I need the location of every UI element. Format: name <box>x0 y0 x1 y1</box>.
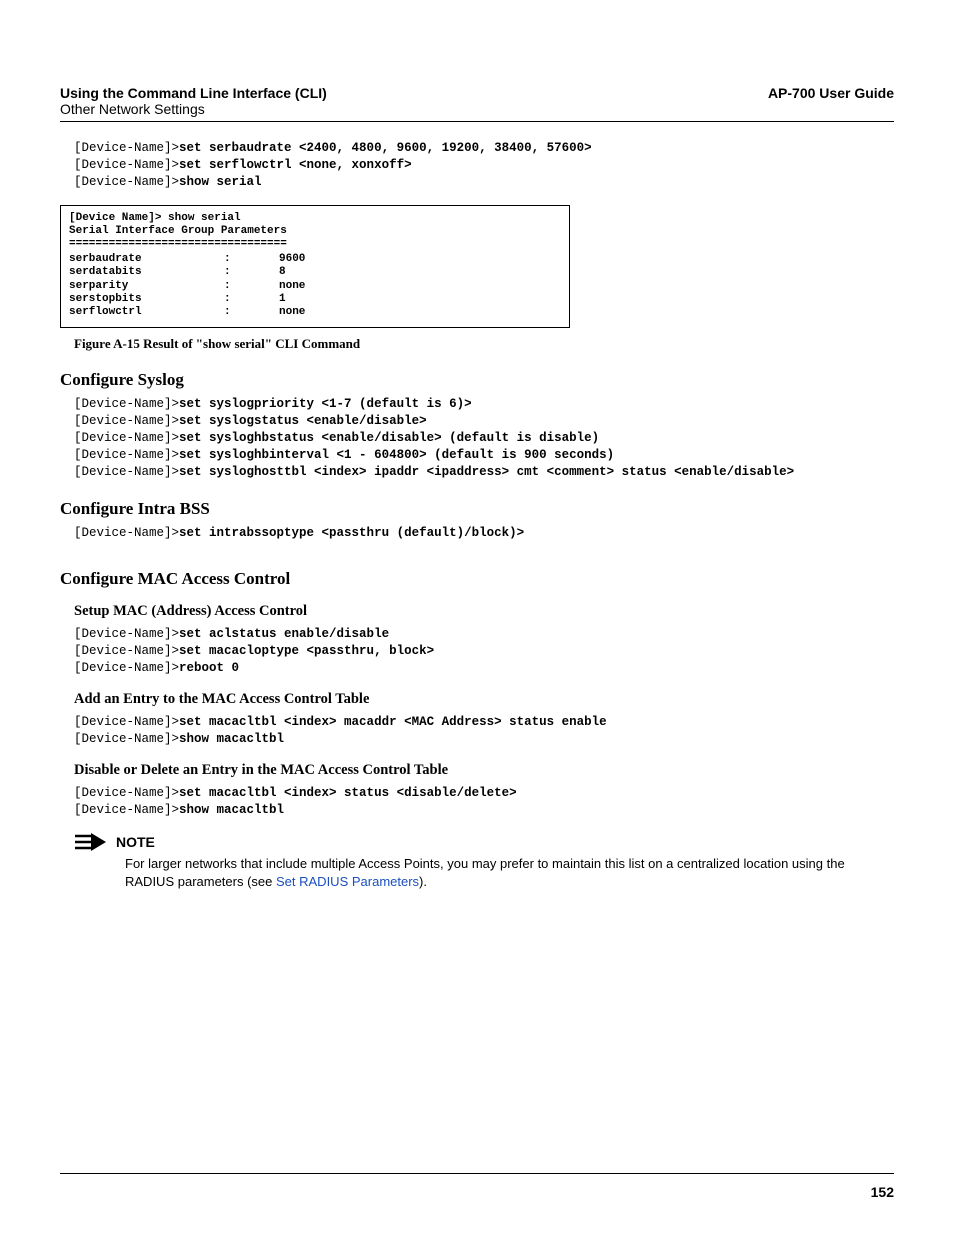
cli-command: set macacloptype <passthru, block> <box>179 644 434 658</box>
note-text-pre: For larger networks that include multipl… <box>125 856 845 890</box>
note-text-post: ). <box>419 874 427 889</box>
cli-prompt: [Device-Name]> <box>74 175 179 189</box>
cli-prompt: [Device-Name]> <box>74 141 179 155</box>
note-label: NOTE <box>116 834 155 850</box>
heading-configure-intrabss: Configure Intra BSS <box>60 499 894 519</box>
cli-command: set serbaudrate <2400, 4800, 9600, 19200… <box>179 141 592 155</box>
note-header: NOTE <box>74 833 894 851</box>
figure-line: Serial Interface Group Parameters <box>69 225 287 237</box>
header-subtitle: Other Network Settings <box>60 101 327 117</box>
figure-key: serflowctrl <box>69 306 224 319</box>
cli-command: set serflowctrl <none, xonxoff> <box>179 158 412 172</box>
figure-caption: Figure A-15 Result of "show serial" CLI … <box>74 336 894 352</box>
header-left: Using the Command Line Interface (CLI) O… <box>60 85 327 117</box>
cli-command: set sysloghbstatus <enable/disable> (def… <box>179 431 599 445</box>
cli-prompt: [Device-Name]> <box>74 644 179 658</box>
cli-command: show macacltbl <box>179 732 284 746</box>
figure-key: serstopbits <box>69 293 224 306</box>
cli-command: set syslogstatus <enable/disable> <box>179 414 427 428</box>
figure-rule: ================================= <box>69 238 287 250</box>
cli-prompt: [Device-Name]> <box>74 465 179 479</box>
cli-prompt: [Device-Name]> <box>74 732 179 746</box>
cli-prompt: [Device-Name]> <box>74 431 179 445</box>
figure-value: none <box>279 306 305 319</box>
figure-colon: : <box>224 293 279 306</box>
cli-command: set syslogpriority <1-7 (default is 6)> <box>179 397 472 411</box>
figure-value: 8 <box>279 266 305 279</box>
page-footer: 152 <box>60 1173 894 1200</box>
cli-command: set macacltbl <index> macaddr <MAC Addre… <box>179 715 607 729</box>
heading-setup-mac: Setup MAC (Address) Access Control <box>74 603 894 620</box>
figure-key: serdatabits <box>69 266 224 279</box>
cli-prompt: [Device-Name]> <box>74 627 179 641</box>
cli-prompt: [Device-Name]> <box>74 158 179 172</box>
header-title: Using the Command Line Interface (CLI) <box>60 85 327 101</box>
figure-colon: : <box>224 306 279 319</box>
page-header: Using the Command Line Interface (CLI) O… <box>60 85 894 122</box>
figure-key: serbaudrate <box>69 253 224 266</box>
cli-block-serial: [Device-Name]>set serbaudrate <2400, 480… <box>74 140 894 191</box>
cli-command: reboot 0 <box>179 661 239 675</box>
figure-table: serbaudrate:9600 serdatabits:8 serparity… <box>69 253 305 319</box>
note-body: For larger networks that include multipl… <box>125 855 889 893</box>
figure-colon: : <box>224 280 279 293</box>
figure-value: 1 <box>279 293 305 306</box>
figure-colon: : <box>224 266 279 279</box>
figure-line: [Device Name]> show serial <box>69 212 241 224</box>
cli-prompt: [Device-Name]> <box>74 397 179 411</box>
figure-value: none <box>279 280 305 293</box>
figure-key: serparity <box>69 280 224 293</box>
cli-command: set intrabssoptype <passthru (default)/b… <box>179 526 524 540</box>
cli-command: set aclstatus enable/disable <box>179 627 389 641</box>
link-set-radius-parameters[interactable]: Set RADIUS Parameters <box>276 874 419 889</box>
cli-prompt: [Device-Name]> <box>74 661 179 675</box>
cli-block-delete-mac: [Device-Name]>set macacltbl <index> stat… <box>74 785 894 819</box>
cli-prompt: [Device-Name]> <box>74 786 179 800</box>
page-number: 152 <box>871 1184 894 1200</box>
cli-prompt: [Device-Name]> <box>74 715 179 729</box>
cli-prompt: [Device-Name]> <box>74 414 179 428</box>
cli-command: set sysloghbinterval <1 - 604800> (defau… <box>179 448 614 462</box>
figure-output-box: [Device Name]> show serial Serial Interf… <box>60 205 570 329</box>
cli-command: set sysloghosttbl <index> ipaddr <ipaddr… <box>179 465 794 479</box>
cli-prompt: [Device-Name]> <box>74 803 179 817</box>
figure-colon: : <box>224 253 279 266</box>
cli-command: show serial <box>179 175 262 189</box>
header-guide: AP-700 User Guide <box>768 85 894 101</box>
heading-delete-mac-entry: Disable or Delete an Entry in the MAC Ac… <box>74 762 894 779</box>
cli-prompt: [Device-Name]> <box>74 526 179 540</box>
heading-add-mac-entry: Add an Entry to the MAC Access Control T… <box>74 691 894 708</box>
heading-configure-mac: Configure MAC Access Control <box>60 569 894 589</box>
cli-block-add-mac: [Device-Name]>set macacltbl <index> maca… <box>74 714 894 748</box>
cli-block-setup-mac: [Device-Name]>set aclstatus enable/disab… <box>74 626 894 677</box>
heading-configure-syslog: Configure Syslog <box>60 370 894 390</box>
cli-prompt: [Device-Name]> <box>74 448 179 462</box>
note-arrow-icon <box>74 833 108 851</box>
cli-command: set macacltbl <index> status <disable/de… <box>179 786 517 800</box>
figure-value: 9600 <box>279 253 305 266</box>
cli-block-intrabss: [Device-Name]>set intrabssoptype <passth… <box>74 525 894 542</box>
cli-block-syslog: [Device-Name]>set syslogpriority <1-7 (d… <box>74 396 894 480</box>
cli-command: show macacltbl <box>179 803 284 817</box>
